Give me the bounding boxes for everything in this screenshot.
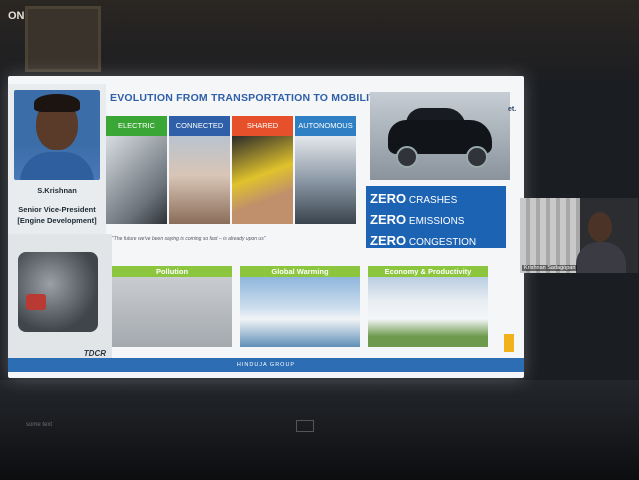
economy-tile: Economy & Productivity <box>368 266 488 348</box>
wall-window <box>25 6 101 72</box>
pollution-tile: Pollution <box>112 266 232 348</box>
tile-label: Economy & Productivity <box>368 266 488 277</box>
smog-image <box>112 277 232 347</box>
tile-label: Pollution <box>112 266 232 277</box>
slide-edge-text: et. <box>508 106 517 113</box>
zero-goals-box: ZERO CRASHES ZERO EMISSIONS ZERO CONGEST… <box>366 186 506 248</box>
tile-shared: SHARED <box>232 116 293 224</box>
tile-label: CONNECTED <box>169 116 230 136</box>
speaker-role: Senior Vice-President [Engine Developmen… <box>8 204 106 226</box>
trucks-image <box>368 277 488 347</box>
engine-brand-logo: TDCR <box>83 349 106 358</box>
global-warming-tile: Global Warming <box>240 266 360 348</box>
speaker-role-line2: [Engine Development] <box>17 216 97 225</box>
mobility-tiles: ELECTRIC CONNECTED SHARED AUTONOMOUS <box>106 116 358 224</box>
slide-accent-tab <box>504 334 514 352</box>
laptop-base <box>0 418 639 480</box>
laptop-logo-icon <box>296 420 314 432</box>
tile-label: SHARED <box>232 116 293 136</box>
participant-name: Krishnan Sadagopan <box>522 265 578 271</box>
slide-title: EVOLUTION FROM TRANSPORTATION TO MOBILIT… <box>110 92 384 104</box>
car-image <box>370 92 510 180</box>
tile-label: ELECTRIC <box>106 116 167 136</box>
speaker-photo <box>14 90 100 180</box>
slide-footer: HINDUJA GROUP <box>8 358 524 372</box>
zero-congestion: ZERO CONGESTION <box>370 233 477 248</box>
slide-quote: "The future we've been saying is coming … <box>112 236 266 242</box>
phone-image <box>232 136 293 224</box>
tile-connected: CONNECTED <box>169 116 230 224</box>
people-image <box>169 136 230 224</box>
engine-image: TDCR <box>8 234 112 364</box>
presentation-screen: S.Krishnan Senior Vice-President [Engine… <box>8 76 524 378</box>
tile-label: Global Warming <box>240 266 360 277</box>
bezel-text: some text <box>26 422 53 428</box>
tile-autonomous: AUTONOMOUS <box>295 116 356 224</box>
zero-emissions: ZERO EMISSIONS <box>370 212 465 227</box>
driver-image <box>295 136 356 224</box>
participant-video-tile[interactable]: Krishnan Sadagopan <box>520 198 638 273</box>
corner-label: ON <box>8 10 25 22</box>
tile-label: AUTONOMOUS <box>295 116 356 136</box>
zero-crashes: ZERO CRASHES <box>370 191 458 206</box>
speaker-name: S.Krishnan <box>37 186 77 195</box>
polar-bear-image <box>240 277 360 347</box>
speaker-role-line1: Senior Vice-President <box>18 205 96 214</box>
tile-electric: ELECTRIC <box>106 116 167 224</box>
charging-image <box>106 136 167 224</box>
